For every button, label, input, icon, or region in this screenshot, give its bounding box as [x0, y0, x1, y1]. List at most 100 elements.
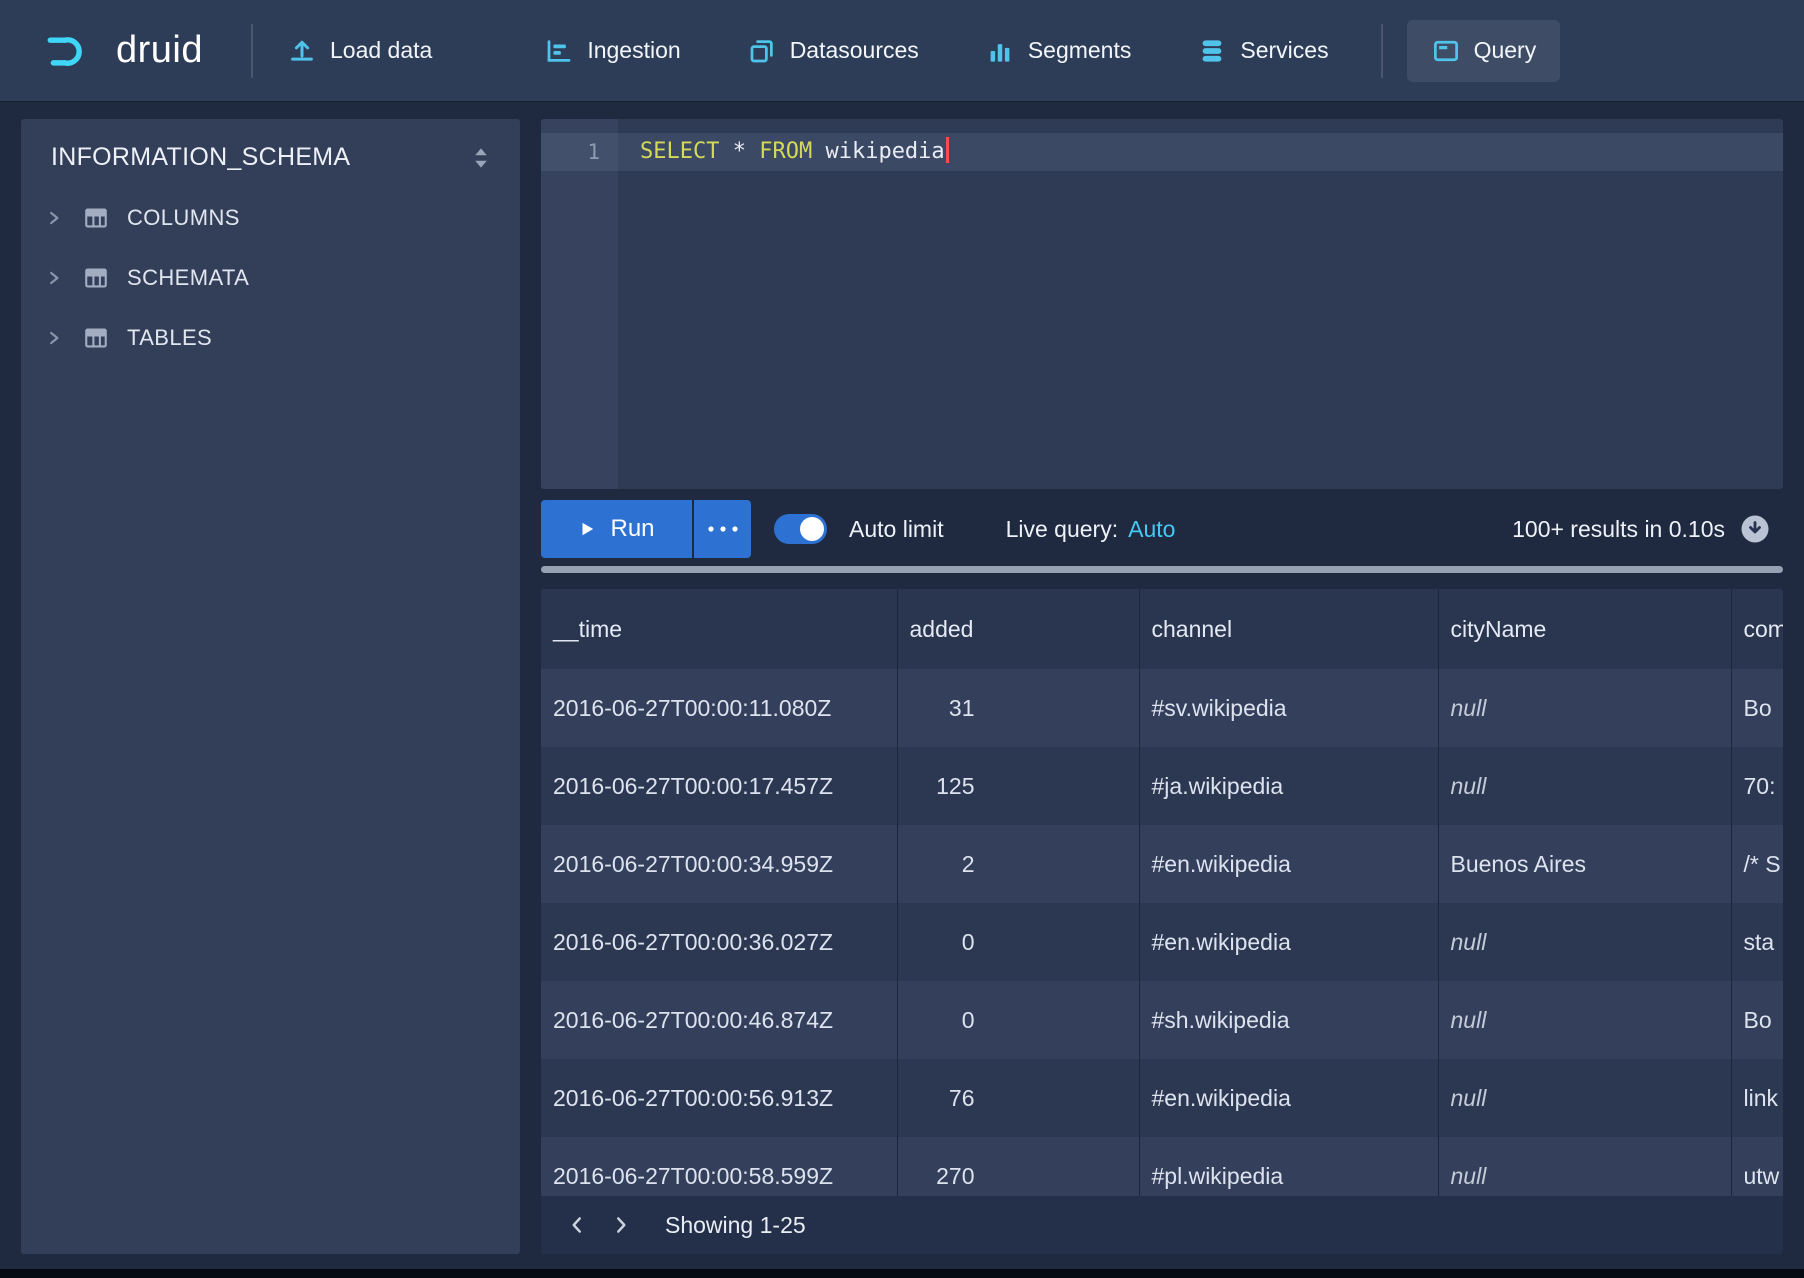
- cell-__time[interactable]: 2016-06-27T00:00:36.027Z: [541, 903, 897, 981]
- column-header-cityname[interactable]: cityName: [1438, 589, 1731, 669]
- cell-cityName[interactable]: Buenos Aires: [1438, 825, 1731, 903]
- cell-added[interactable]: 2: [897, 825, 1139, 903]
- chevron-right-icon: [610, 1214, 632, 1236]
- table-icon: [83, 265, 109, 291]
- live-query-label: Live query:: [1006, 516, 1119, 543]
- query-icon: [1431, 36, 1461, 66]
- play-icon: [578, 520, 596, 538]
- nav-item-segments[interactable]: Segments: [985, 36, 1132, 66]
- cell-comment[interactable]: link: [1731, 1059, 1783, 1137]
- nav-label: Segments: [1028, 37, 1132, 64]
- cell-__time[interactable]: 2016-06-27T00:00:46.874Z: [541, 981, 897, 1059]
- segments-icon: [985, 36, 1015, 66]
- sql-text: SELECT * FROM wikipedia: [640, 133, 949, 171]
- column-header-added[interactable]: added: [897, 589, 1139, 669]
- tree-item-schemata[interactable]: SCHEMATA: [21, 248, 520, 308]
- live-query-value[interactable]: Auto: [1128, 516, 1175, 543]
- nav-label: Load data: [330, 37, 432, 64]
- cell-__time[interactable]: 2016-06-27T00:00:17.457Z: [541, 747, 897, 825]
- schema-tree: COLUMNS SCHEMATA: [21, 188, 520, 368]
- cell-channel[interactable]: #ja.wikipedia: [1139, 747, 1438, 825]
- table-row: 2016-06-27T00:00:34.959Z2#en.wikipediaBu…: [541, 825, 1783, 903]
- table-icon: [83, 205, 109, 231]
- pagination-bar: Showing 1-25: [541, 1196, 1783, 1254]
- sql-plain: wikipedia: [812, 139, 944, 164]
- results-table-body: 2016-06-27T00:00:11.080Z31#sv.wikipedian…: [541, 669, 1783, 1215]
- cell-comment[interactable]: /* S: [1731, 825, 1783, 903]
- nav-item-datasources[interactable]: Datasources: [747, 36, 919, 66]
- query-controls: Run Auto limit Live query: Auto 100+ res…: [541, 500, 1783, 558]
- cell-channel[interactable]: #en.wikipedia: [1139, 1059, 1438, 1137]
- cell-__time[interactable]: 2016-06-27T00:00:56.913Z: [541, 1059, 897, 1137]
- prev-page-button[interactable]: [555, 1203, 599, 1247]
- schema-sidebar: INFORMATION_SCHEMA: [21, 119, 520, 1254]
- window-edge: [0, 1269, 1804, 1278]
- column-header-time[interactable]: __time: [541, 589, 897, 669]
- tree-item-label: COLUMNS: [127, 205, 240, 231]
- datasources-icon: [747, 36, 777, 66]
- brand-name: druid: [116, 29, 203, 72]
- double-caret-vertical-icon[interactable]: [470, 144, 492, 172]
- cell-added[interactable]: 0: [897, 903, 1139, 981]
- run-button-label: Run: [610, 515, 654, 543]
- brand[interactable]: druid: [38, 26, 203, 76]
- table-header-row: __time added channel cityName comment: [541, 589, 1783, 669]
- cell-added[interactable]: 76: [897, 1059, 1139, 1137]
- nav-label: Ingestion: [587, 37, 680, 64]
- more-icon: [706, 524, 740, 534]
- cell-added[interactable]: 0: [897, 981, 1139, 1059]
- nav-label: Datasources: [790, 37, 919, 64]
- services-icon: [1197, 36, 1227, 66]
- cell-cityName[interactable]: null: [1438, 1059, 1731, 1137]
- cell-cityName[interactable]: null: [1438, 669, 1731, 747]
- chevron-right-icon: [45, 329, 63, 347]
- tree-item-label: TABLES: [127, 325, 212, 351]
- horizontal-scrollbar[interactable]: [541, 566, 1783, 573]
- next-page-button[interactable]: [599, 1203, 643, 1247]
- chevron-left-icon: [566, 1214, 588, 1236]
- cell-__time[interactable]: 2016-06-27T00:00:11.080Z: [541, 669, 897, 747]
- cell-comment[interactable]: 70:: [1731, 747, 1783, 825]
- nav-item-query[interactable]: Query: [1407, 20, 1561, 82]
- table-row: 2016-06-27T00:00:17.457Z125#ja.wikipedia…: [541, 747, 1783, 825]
- cell-comment[interactable]: Bo: [1731, 669, 1783, 747]
- schema-header: INFORMATION_SCHEMA: [21, 119, 520, 188]
- chevron-right-icon: [45, 269, 63, 287]
- download-icon[interactable]: [1739, 513, 1771, 545]
- druid-logo-icon: [38, 26, 100, 76]
- editor-gutter: [541, 119, 618, 489]
- upload-icon: [287, 36, 317, 66]
- navbar-divider: [251, 24, 253, 78]
- auto-limit-toggle[interactable]: [774, 514, 827, 544]
- column-header-channel[interactable]: channel: [1139, 589, 1438, 669]
- cell-cityName[interactable]: null: [1438, 903, 1731, 981]
- run-button[interactable]: Run: [541, 500, 692, 558]
- navbar-divider: [1381, 24, 1383, 78]
- tree-item-label: SCHEMATA: [127, 265, 249, 291]
- schema-title: INFORMATION_SCHEMA: [51, 143, 350, 172]
- nav-label: Services: [1240, 37, 1328, 64]
- cell-cityName[interactable]: null: [1438, 981, 1731, 1059]
- cell-channel[interactable]: #sh.wikipedia: [1139, 981, 1438, 1059]
- run-more-button[interactable]: [694, 500, 751, 558]
- druid-console: druid Load data Ingestion: [0, 0, 1804, 1278]
- cell-channel[interactable]: #en.wikipedia: [1139, 903, 1438, 981]
- sql-editor[interactable]: 1 SELECT * FROM wikipedia: [541, 119, 1783, 489]
- cell-added[interactable]: 31: [897, 669, 1139, 747]
- auto-limit-label: Auto limit: [849, 516, 944, 543]
- cell-cityName[interactable]: null: [1438, 747, 1731, 825]
- results-summary: 100+ results in 0.10s: [1512, 516, 1725, 543]
- cell-__time[interactable]: 2016-06-27T00:00:34.959Z: [541, 825, 897, 903]
- cell-comment[interactable]: sta: [1731, 903, 1783, 981]
- nav-item-services[interactable]: Services: [1197, 36, 1328, 66]
- cell-channel[interactable]: #sv.wikipedia: [1139, 669, 1438, 747]
- tree-item-columns[interactable]: COLUMNS: [21, 188, 520, 248]
- cell-channel[interactable]: #en.wikipedia: [1139, 825, 1438, 903]
- column-header-comment[interactable]: comment: [1731, 589, 1783, 669]
- cell-added[interactable]: 125: [897, 747, 1139, 825]
- cell-comment[interactable]: Bo: [1731, 981, 1783, 1059]
- tree-item-tables[interactable]: TABLES: [21, 308, 520, 368]
- nav-item-load-data[interactable]: Load data: [287, 36, 432, 66]
- nav-item-ingestion[interactable]: Ingestion: [544, 36, 680, 66]
- navbar: druid Load data Ingestion: [0, 0, 1804, 101]
